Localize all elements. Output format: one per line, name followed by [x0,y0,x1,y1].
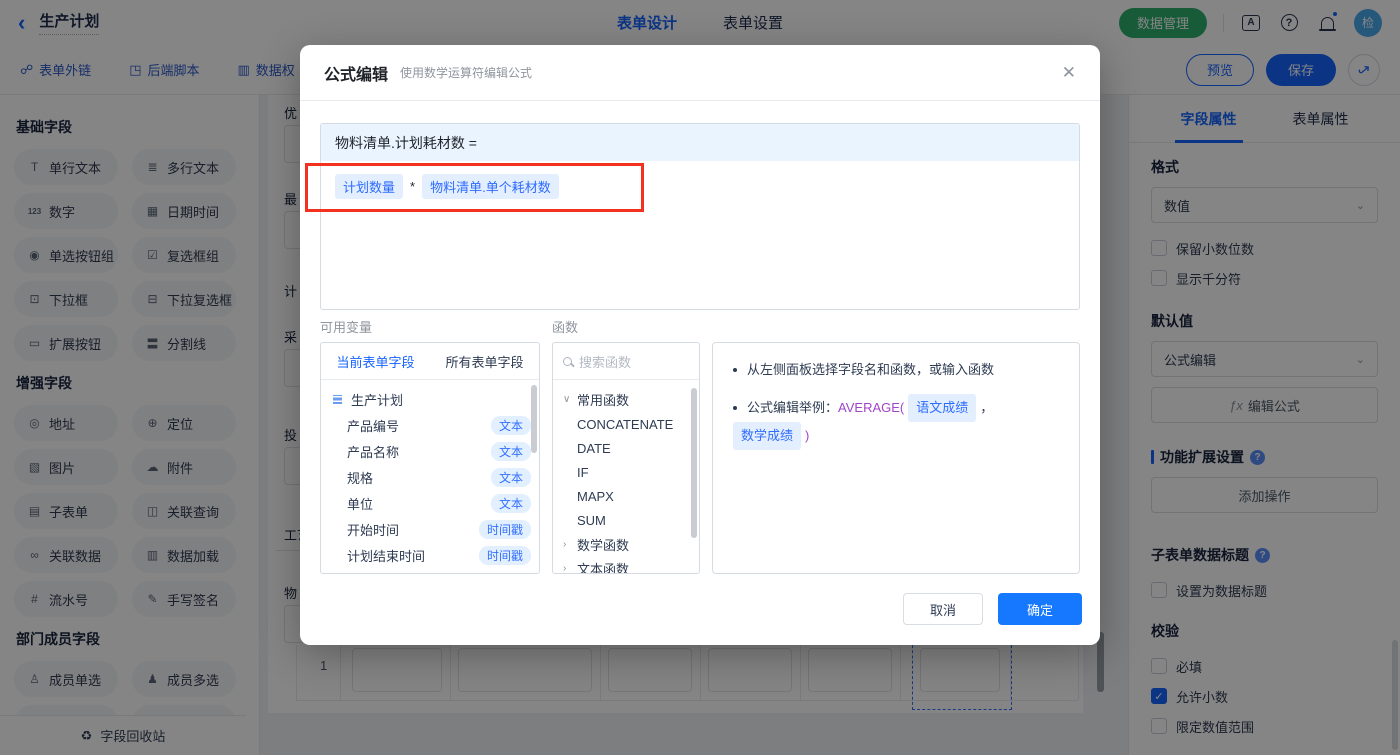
type-badge: 时间戳 [478,519,531,539]
function-item[interactable]: DATE [553,436,699,460]
formula-editor: 物料清单.计划耗材数 = 计划数量 * 物料清单.单个耗材数 [320,123,1080,310]
functions-scrollbar[interactable] [691,388,697,538]
type-badge: 时间戳 [478,545,531,565]
type-badge: 文本 [490,467,531,487]
annotation-red-box [305,163,644,212]
formula-target: 物料清单.计划耗材数 = [321,124,1079,161]
tip-line-2: 公式编辑举例： AVERAGE( 语文成绩 ， 数学成绩 ) [729,394,1063,450]
tab-current-form-fields[interactable]: 当前表单字段 [321,352,430,371]
chevron-expanded-icon: ∨ [563,393,571,405]
variable-item[interactable]: 单位 文本 [321,490,539,516]
function-search-input[interactable]: 搜索函数 [553,343,699,380]
app-root: ‹ 生产计划 表单设计 表单设置 数据管理 A ? 检 ☍ 表单外链 ◳ 后端脚… [0,0,1400,755]
tip-line-1: 从左侧面板选择字段名和函数，或输入函数 [729,359,1063,381]
example-chip: 数学成绩 [733,422,802,450]
confirm-button[interactable]: 确定 [998,593,1082,625]
formula-edit-modal: 公式编辑 使用数学运算符编辑公式 ✕ 物料清单.计划耗材数 = 计划数量 * 物… [300,45,1100,645]
close-icon[interactable]: ✕ [1062,64,1076,81]
function-name-text: AVERAGE( [838,400,905,415]
form-doc-icon [331,393,344,406]
variable-item[interactable]: 规格 文本 [321,464,539,490]
type-badge: 文本 [490,415,531,435]
variables-label: 可用变量 [320,320,373,335]
variable-item[interactable]: 产品编号 文本 [321,412,539,438]
modal-subtitle: 使用数学运算符编辑公式 [400,66,533,80]
variables-panel: 当前表单字段 所有表单字段 生产计划 产品编号 文本 产品名称 文本 规格 文本 单位… [320,342,540,574]
function-name-text: ) [805,428,810,443]
chevron-collapsed-icon: › [563,538,567,550]
function-group-math[interactable]: › 数学函数 [553,532,699,556]
variable-item[interactable]: 计划结束时间 时间戳 [321,542,539,568]
variables-scrollbar[interactable] [531,385,537,453]
variable-root[interactable]: 生产计划 [321,386,539,412]
function-group-common[interactable]: ∨ 常用函数 [553,386,699,412]
search-icon [563,356,572,366]
function-item[interactable]: MAPX [553,484,699,508]
functions-label: 函数 [552,320,579,335]
function-item[interactable]: CONCATENATE [553,412,699,436]
type-badge: 文本 [490,441,531,461]
chevron-collapsed-icon: › [563,562,567,574]
cancel-button[interactable]: 取消 [903,593,983,625]
tips-panel: 从左侧面板选择字段名和函数，或输入函数 公式编辑举例： AVERAGE( 语文成… [712,342,1080,574]
tab-all-form-fields[interactable]: 所有表单字段 [430,352,539,371]
functions-panel: 搜索函数 ∨ 常用函数 CONCATENATE DATE IF MAPX SUM … [552,342,700,574]
variable-item[interactable]: 产品名称 文本 [321,438,539,464]
example-chip: 语文成绩 [908,394,977,422]
modal-title: 公式编辑 [324,66,389,84]
type-badge: 文本 [490,493,531,513]
function-item[interactable]: SUM [553,508,699,532]
search-placeholder: 搜索函数 [579,354,632,370]
variable-item[interactable]: 开始时间 时间戳 [321,516,539,542]
function-group-text[interactable]: › 文本函数 [553,556,699,574]
function-item[interactable]: IF [553,460,699,484]
